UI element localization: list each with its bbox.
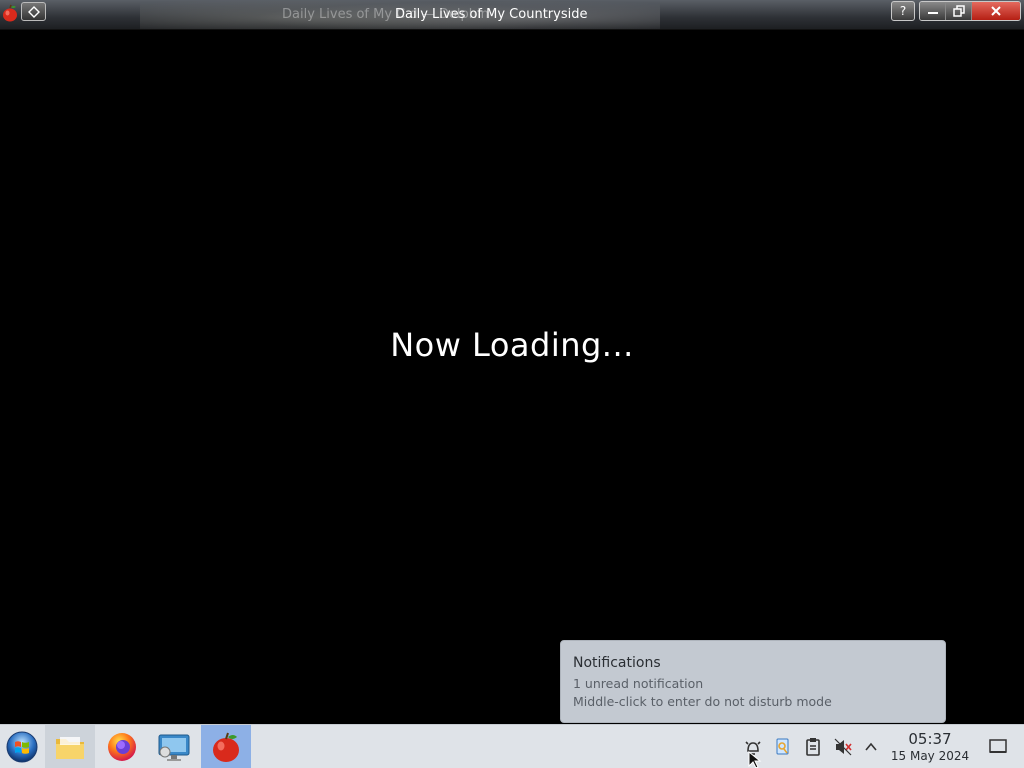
start-menu-button[interactable] (0, 725, 44, 768)
notification-title: Notifications (573, 655, 661, 671)
volume-tray-button[interactable] (832, 736, 854, 758)
clock[interactable]: 05:37 15 May 2024 (884, 731, 976, 764)
close-button[interactable] (972, 2, 1020, 20)
clipboard-tray-button[interactable] (802, 736, 824, 758)
windows-orb-icon (6, 731, 38, 763)
chevron-up-icon (865, 742, 877, 751)
clipboard-search-icon (776, 738, 789, 755)
settings-monitor-icon (158, 734, 190, 761)
loading-text: Now Loading... (390, 326, 634, 364)
taskbar: 05:37 15 May 2024 (0, 724, 1024, 768)
mouse-cursor-icon (748, 751, 762, 768)
maximize-button[interactable] (946, 2, 972, 20)
window-title: Daily Lives of My Countryside (395, 7, 588, 22)
notification-tooltip: Notifications 1 unread notification Midd… (560, 640, 946, 723)
clock-date: 15 May 2024 (890, 749, 970, 763)
window-titlebar[interactable]: Daily Lives of My C d — Dolphin Daily Li… (0, 0, 1024, 30)
volume-muted-icon (834, 738, 852, 756)
notification-hint: Middle-click to enter do not disturb mod… (573, 694, 832, 709)
folder-icon (56, 737, 84, 759)
show-desktop-icon (989, 739, 1007, 753)
window-menu-button[interactable] (21, 2, 46, 21)
game-viewport[interactable] (0, 31, 1024, 724)
help-button[interactable]: ? (891, 1, 915, 21)
taskbar-system-settings[interactable] (149, 725, 199, 768)
apple-icon[interactable] (2, 4, 18, 22)
minimize-icon (927, 12, 938, 14)
restore-icon (952, 5, 965, 17)
window-controls (919, 1, 1021, 21)
taskbar-firefox[interactable] (97, 725, 147, 768)
expand-tray-button[interactable] (860, 736, 882, 758)
show-desktop-button[interactable] (986, 736, 1010, 758)
clock-time: 05:37 (908, 730, 952, 748)
close-icon (991, 6, 1001, 16)
help-label: ? (899, 4, 907, 18)
diamond-icon (27, 5, 40, 18)
taskbar-game[interactable] (201, 725, 251, 768)
minimize-button[interactable] (920, 2, 946, 20)
clipboard-icon (806, 738, 820, 756)
notification-count: 1 unread notification (573, 676, 704, 691)
apple-icon (213, 732, 239, 762)
taskbar-file-manager[interactable] (45, 725, 95, 768)
clipboard-search-tray-button[interactable] (771, 736, 793, 758)
firefox-icon (108, 733, 136, 761)
